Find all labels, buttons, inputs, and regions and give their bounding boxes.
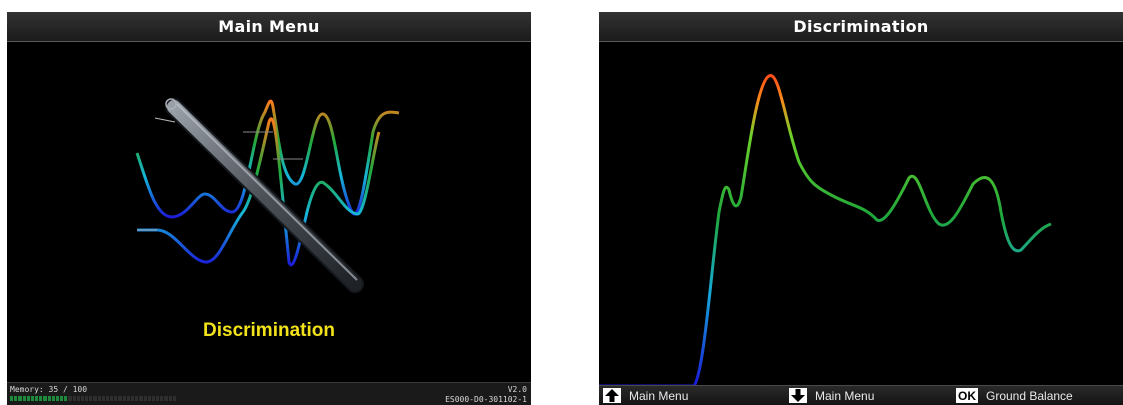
memory-bar-segment bbox=[43, 396, 47, 401]
status-bar: Memory: 35 / 100 V2.0 ES000-D0-301102-1 bbox=[7, 382, 531, 405]
firmware-label: ES000-D0-301102-1 bbox=[445, 395, 527, 404]
memory-bar-segment bbox=[114, 396, 118, 401]
memory-bar-segment bbox=[30, 396, 35, 401]
memory-bar-segment bbox=[51, 396, 55, 401]
memory-bar-segment bbox=[97, 396, 101, 401]
memory-bar-segment bbox=[68, 396, 72, 401]
memory-bar-segment bbox=[172, 396, 176, 401]
memory-bar-segment bbox=[76, 396, 80, 401]
memory-usage-bar bbox=[10, 396, 176, 401]
memory-bar-segment bbox=[22, 396, 26, 401]
memory-bar-segment bbox=[39, 396, 43, 401]
memory-bar-segment bbox=[93, 396, 97, 401]
memory-bar-segment bbox=[18, 396, 22, 401]
memory-bar-segment bbox=[110, 396, 114, 401]
memory-bar-segment bbox=[139, 396, 143, 401]
memory-bar-segment bbox=[164, 396, 168, 401]
memory-bar-segment bbox=[85, 396, 89, 401]
main-menu-illustration[interactable] bbox=[7, 12, 531, 405]
memory-bar-segment bbox=[147, 396, 151, 401]
memory-bar-segment bbox=[156, 396, 160, 401]
ok-key-badge: OK bbox=[956, 388, 978, 403]
memory-bar-segment bbox=[168, 396, 172, 401]
up-key-label: Main Menu bbox=[629, 388, 689, 403]
memory-bar-segment bbox=[89, 396, 93, 401]
memory-bar-segment bbox=[55, 396, 60, 401]
memory-bar-segment bbox=[64, 396, 68, 401]
memory-bar-segment bbox=[135, 396, 139, 401]
memory-bar-segment bbox=[160, 396, 164, 401]
version-label: V2.0 bbox=[507, 385, 527, 394]
memory-bar-segment bbox=[10, 396, 14, 401]
memory-bar-segment bbox=[60, 396, 64, 401]
down-key-main-menu[interactable]: Main Menu bbox=[789, 387, 874, 404]
arrow-down-icon bbox=[789, 388, 807, 403]
memory-bar-segment bbox=[118, 396, 122, 401]
memory-bar-segment bbox=[35, 396, 39, 401]
discrimination-graph bbox=[599, 74, 1052, 388]
menu-item-discrimination[interactable]: Discrimination bbox=[7, 320, 531, 342]
memory-bar-segment bbox=[122, 396, 126, 401]
up-key-main-menu[interactable]: Main Menu bbox=[603, 387, 688, 404]
memory-bar-segment bbox=[14, 396, 18, 401]
memory-bar-segment bbox=[26, 396, 30, 401]
main-menu-screen: Main Menu Discrimination Memory: 35 / 10… bbox=[7, 12, 531, 405]
down-key-label: Main Menu bbox=[815, 388, 875, 403]
memory-bar-segment bbox=[105, 396, 110, 401]
discrimination-signal-curve bbox=[599, 74, 1052, 388]
memory-readout: Memory: 35 / 100 bbox=[10, 385, 88, 394]
memory-bar-segment bbox=[80, 396, 85, 401]
memory-bar-segment bbox=[126, 396, 130, 401]
arrow-up-icon bbox=[603, 388, 621, 403]
memory-bar-segment bbox=[151, 396, 156, 401]
memory-bar-segment bbox=[101, 396, 105, 401]
memory-bar-segment bbox=[47, 396, 51, 401]
ok-key-label: Ground Balance bbox=[986, 388, 1073, 403]
memory-bar-segment bbox=[143, 396, 147, 401]
discrimination-screen: Discrimination Main Menu Main Menu OK Gr… bbox=[599, 12, 1123, 405]
memory-bar-segment bbox=[130, 396, 135, 401]
softkey-bar: Main Menu Main Menu OK Ground Balance bbox=[599, 385, 1123, 405]
ok-key-ground-balance[interactable]: OK Ground Balance bbox=[956, 387, 1073, 404]
memory-bar-segment bbox=[72, 396, 76, 401]
signal-waves-icon bbox=[135, 99, 400, 267]
